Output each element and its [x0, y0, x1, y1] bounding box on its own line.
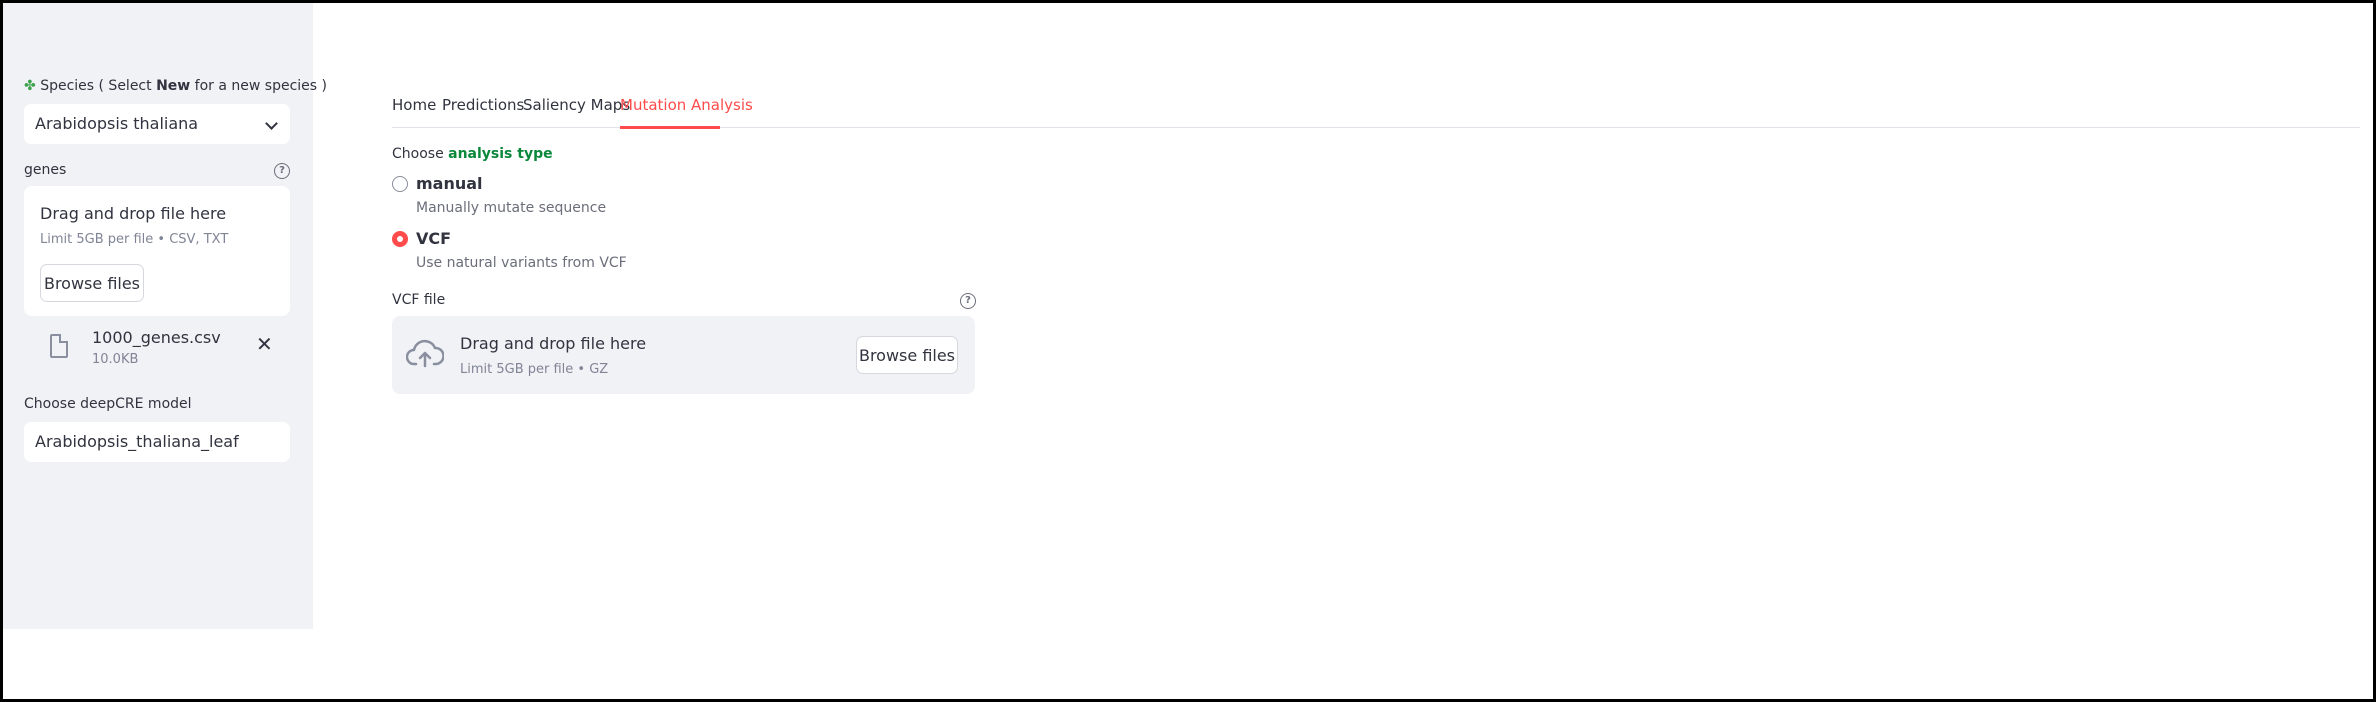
model-input[interactable]: Arabidopsis_thaliana_leaf [24, 422, 290, 462]
tab-saliency-maps[interactable]: Saliency Maps [523, 96, 630, 114]
vcf-file-label: VCF file [392, 292, 446, 308]
model-label: Choose deepCRE model [24, 396, 192, 412]
vcf-upload-limit: Limit 5GB per file • GZ [460, 362, 609, 377]
analysis-type-label: Choose analysis type [392, 146, 553, 162]
upload-title: Drag and drop file here [40, 204, 227, 223]
browse-files-button[interactable]: Browse files [40, 264, 144, 302]
clover-icon: ✤ [24, 78, 36, 94]
uploaded-file-row: 1000_genes.csv 10.0KB ✕ [24, 322, 290, 372]
close-icon[interactable]: ✕ [256, 332, 273, 356]
radio-vcf-caption: Use natural variants from VCF [416, 255, 627, 271]
radio-manual[interactable] [392, 176, 408, 192]
cloud-upload-icon [406, 339, 444, 368]
sidebar: ✤ Species ( Select New for a new species… [2, 2, 327, 629]
species-label-bold: New [156, 78, 191, 94]
species-label: ✤ Species ( Select New for a new species… [24, 78, 327, 94]
vcf-file-uploader[interactable]: Drag and drop file here Limit 5GB per fi… [392, 316, 975, 394]
radio-manual-caption: Manually mutate sequence [416, 200, 607, 216]
species-select[interactable]: Arabidopsis thaliana [24, 104, 290, 144]
radio-manual-label[interactable]: manual [416, 174, 483, 193]
file-name: 1000_genes.csv [92, 328, 221, 347]
chevron-down-icon [265, 117, 278, 130]
tab-mutation-analysis[interactable]: Mutation Analysis [620, 96, 753, 114]
radio-vcf-label[interactable]: VCF [416, 229, 451, 248]
upload-limit: Limit 5GB per file • CSV, TXT [40, 232, 229, 247]
file-icon [50, 334, 68, 358]
genes-file-uploader[interactable]: Drag and drop file here Limit 5GB per fi… [24, 186, 290, 316]
species-label-suffix: for a new species ) [190, 78, 328, 94]
tab-bar: Home Predictions Saliency Maps Mutation … [392, 92, 2360, 129]
genes-label: genes [24, 162, 67, 178]
help-icon[interactable]: ? [274, 163, 290, 179]
active-tab-indicator [620, 126, 720, 129]
vcf-browse-files-button[interactable]: Browse files [856, 336, 958, 374]
analysis-label-highlight: analysis type [448, 146, 553, 162]
vcf-upload-title: Drag and drop file here [460, 334, 647, 353]
tab-home[interactable]: Home [392, 96, 436, 114]
help-icon[interactable]: ? [960, 293, 976, 309]
analysis-label-prefix: Choose [392, 146, 449, 162]
tab-predictions[interactable]: Predictions [442, 96, 524, 114]
species-select-value: Arabidopsis thaliana [35, 114, 199, 133]
species-label-prefix: Species ( Select [40, 78, 157, 94]
file-size: 10.0KB [92, 352, 139, 367]
radio-vcf[interactable] [392, 231, 408, 247]
